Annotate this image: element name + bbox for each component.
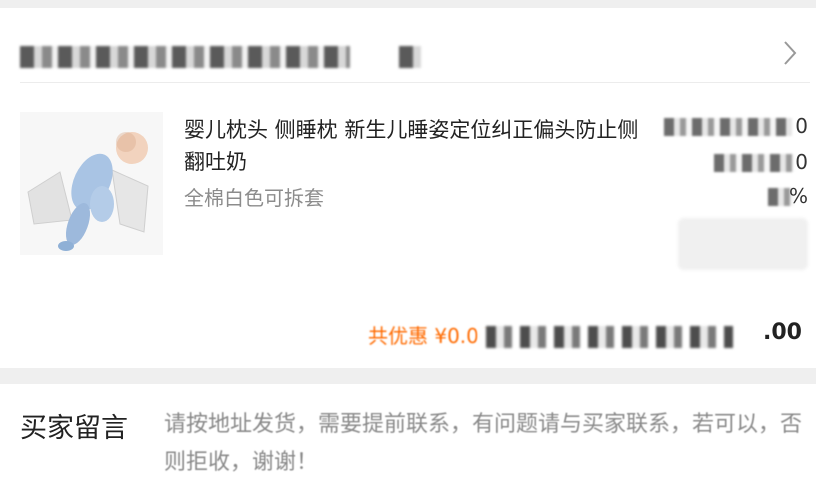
baby-pillow-product-image	[20, 112, 163, 255]
redacted-shop-name	[20, 46, 350, 68]
misc-tail: %	[788, 184, 808, 208]
shop-header[interactable]	[20, 26, 810, 83]
buyer-note-section: 买家留言 请按地址发货，需要提前联系，有问题请与买家联系，若可以，否则拒收，谢谢…	[0, 384, 816, 503]
redacted-original-price	[714, 154, 794, 172]
product-title[interactable]: 婴儿枕头 侧睡枕 新生儿睡姿定位纠正偏头防止侧翻吐奶	[184, 114, 654, 178]
chevron-right-icon[interactable]	[782, 40, 798, 66]
shop-name	[20, 42, 421, 70]
buyer-note-text: 请按地址发货，需要提前联系，有问题请与买家联系，若可以，否则拒收，谢谢！	[164, 412, 803, 475]
total-tail: .00	[763, 320, 802, 345]
order-summary: 共优惠 ¥0.00 .00	[368, 320, 808, 354]
redacted-price	[664, 118, 792, 136]
order-item-card: 婴儿枕头 侧睡枕 新生儿睡姿定位纠正偏头防止侧翻吐奶 全棉白色可拆套 0 0 %…	[0, 8, 816, 368]
price-column: 0 0 %	[660, 108, 810, 278]
buyer-note-label: 买家留言	[20, 413, 128, 444]
refund-button[interactable]	[678, 218, 808, 270]
product-sku: 全棉白色可拆套	[184, 186, 324, 210]
redacted-shop-badge	[398, 46, 421, 68]
discount-label: 共优惠 ¥0.00	[368, 324, 492, 348]
price-tail: 0	[795, 114, 808, 138]
redacted-total	[478, 326, 733, 348]
qty-tail: 0	[795, 150, 808, 174]
product-image[interactable]	[20, 112, 163, 255]
